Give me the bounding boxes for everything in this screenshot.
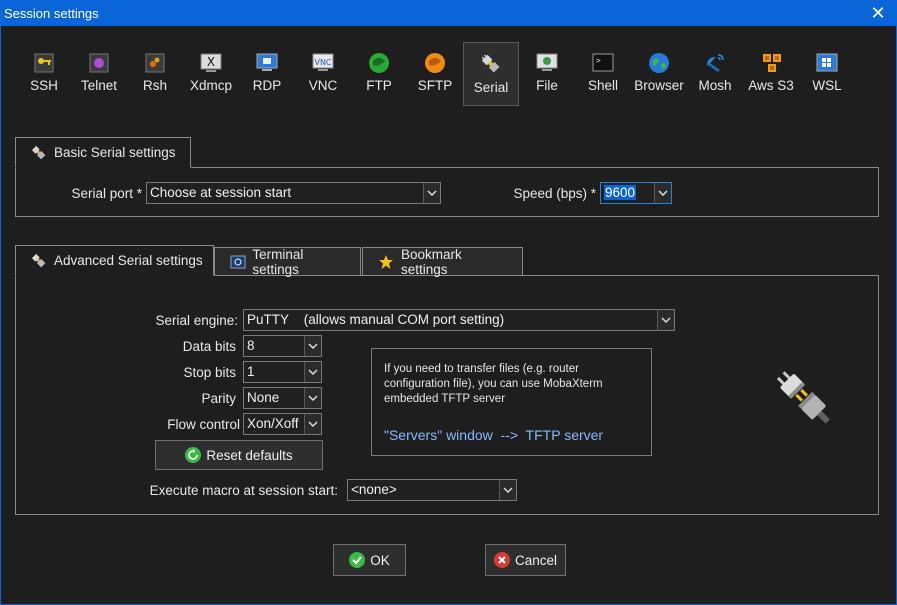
rsh-icon [144, 52, 166, 74]
session-type-aws-s3[interactable]: Aws S3 [743, 42, 799, 105]
serial-plug-icon [30, 145, 48, 161]
chevron-down-icon [304, 362, 321, 382]
chevron-down-icon [657, 310, 674, 330]
basic-settings-group [15, 167, 879, 217]
chevron-down-icon [423, 183, 440, 203]
aws-s3-icon [760, 52, 782, 74]
session-type-rdp[interactable]: RDP [239, 42, 295, 105]
svg-text:X: X [207, 55, 215, 69]
serial-port-select[interactable]: Choose at session start [146, 182, 441, 204]
parity-select[interactable]: None [243, 387, 322, 409]
cancel-icon [493, 552, 510, 568]
speed-select[interactable]: 9600 [600, 182, 672, 204]
windows-icon [816, 52, 838, 74]
file-icon [536, 52, 558, 74]
key-icon [33, 52, 55, 74]
serial-plug-icon [776, 371, 830, 424]
sftp-icon [424, 52, 446, 74]
session-type-shell[interactable]: > Shell [575, 42, 631, 105]
satellite-icon [704, 52, 726, 74]
tab-advanced-serial-settings[interactable]: Advanced Serial settings [15, 245, 214, 276]
session-type-vnc[interactable]: VNC VNC [295, 42, 351, 105]
terminal-settings-icon [229, 254, 246, 270]
session-type-xdmcp[interactable]: X Xdmcp [183, 42, 239, 105]
session-type-mosh[interactable]: Mosh [687, 42, 743, 105]
session-type-file[interactable]: File [519, 42, 575, 105]
stop-bits-label: Stop bits [183, 365, 236, 380]
chevron-down-icon [304, 414, 321, 434]
tftp-info-text: If you need to transfer files (e.g. rout… [384, 363, 603, 405]
telnet-icon [88, 52, 110, 74]
star-icon [377, 254, 395, 270]
session-type-browser[interactable]: Browser [631, 42, 687, 105]
execute-macro-select[interactable]: <none> [347, 479, 517, 501]
xdmcp-icon: X [200, 52, 222, 74]
check-icon [349, 552, 366, 568]
flow-control-label: Flow control [167, 417, 240, 432]
title-bar: Session settings ✕ [0, 0, 897, 26]
chevron-down-icon [304, 336, 321, 356]
session-type-serial[interactable]: Serial [463, 42, 519, 106]
data-bits-select[interactable]: 8 [243, 335, 322, 357]
close-icon[interactable]: ✕ [869, 3, 887, 23]
svg-text:VNC: VNC [314, 58, 331, 67]
serial-port-label: Serial port * [71, 186, 142, 201]
serial-engine-select[interactable]: PuTTY (allows manual COM port setting) [243, 309, 675, 331]
svg-text:>: > [596, 56, 601, 65]
parity-label: Parity [201, 391, 236, 406]
session-type-ssh[interactable]: SSH [16, 42, 72, 105]
cancel-button[interactable]: Cancel [485, 544, 566, 576]
ftp-icon [368, 52, 390, 74]
chevron-down-icon [654, 183, 671, 203]
session-type-rsh[interactable]: Rsh [127, 42, 183, 105]
tab-bookmark-settings[interactable]: Bookmark settings [362, 247, 523, 277]
globe-icon [648, 52, 670, 74]
ok-button[interactable]: OK [333, 544, 406, 576]
data-bits-label: Data bits [182, 339, 236, 354]
session-type-telnet[interactable]: Telnet [71, 42, 127, 105]
serial-plug-icon [480, 53, 502, 75]
serial-engine-label: Serial engine: [155, 313, 238, 328]
chevron-down-icon [499, 480, 516, 500]
stop-bits-select[interactable]: 1 [243, 361, 322, 383]
session-type-wsl[interactable]: WSL [799, 42, 855, 105]
window-title: Session settings [4, 5, 99, 21]
flow-control-select[interactable]: Xon/Xoff [243, 413, 322, 435]
tab-basic-serial-settings[interactable]: Basic Serial settings [15, 137, 191, 168]
session-type-sftp[interactable]: SFTP [407, 42, 463, 105]
shell-icon: > [592, 52, 614, 74]
reset-defaults-button[interactable]: Reset defaults [155, 440, 323, 470]
rdp-icon [256, 52, 278, 74]
vnc-icon: VNC [312, 52, 334, 74]
reset-icon [185, 447, 202, 463]
session-type-ftp[interactable]: FTP [351, 42, 407, 105]
speed-label: Speed (bps) * [513, 186, 596, 201]
tab-terminal-settings[interactable]: Terminal settings [214, 247, 361, 277]
execute-macro-label: Execute macro at session start: [149, 483, 338, 498]
tftp-info-box: If you need to transfer files (e.g. rout… [371, 348, 652, 456]
chevron-down-icon [304, 388, 321, 408]
serial-plug-icon [30, 253, 48, 269]
tftp-server-link[interactable]: "Servers" window --> TFTP server [384, 427, 603, 443]
serial-plug-illustration [772, 360, 844, 432]
